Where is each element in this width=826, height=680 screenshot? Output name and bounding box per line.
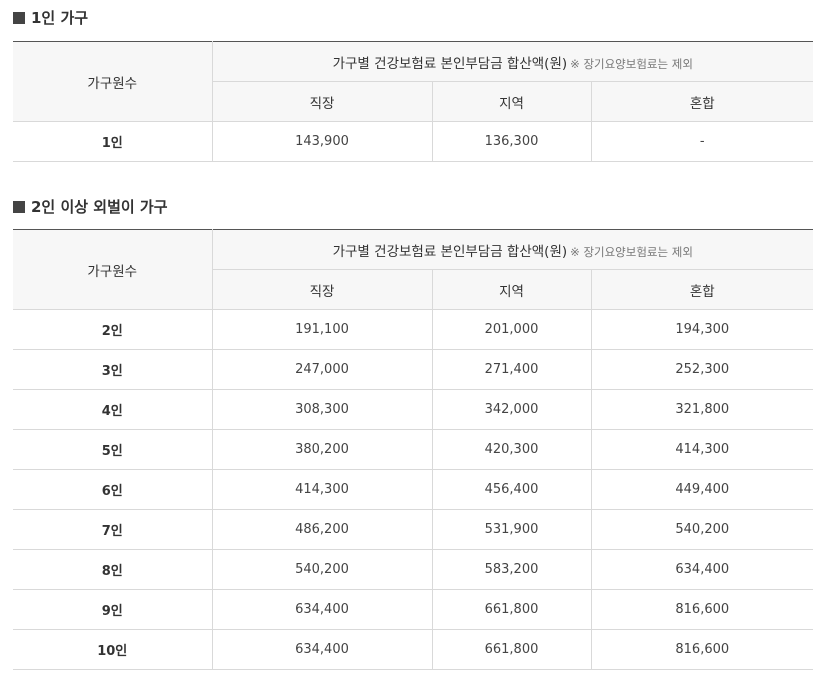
household-size-cell: 1인 [13,121,213,162]
workplace-value-cell: 540,200 [211,549,433,590]
single-household-premium-table: 가구원수 가구별 건강보험료 본인부담금 합산액(원) ※ 장기요양보험료는 제외… [13,41,814,162]
regional-value-cell: 531,900 [431,509,592,550]
table-row: 4인 308,300 342,000 321,800 [13,389,814,430]
workplace-value-cell: 634,400 [211,589,433,630]
mixed-value-cell: 540,200 [590,509,814,550]
regional-value-cell: 420,300 [431,429,592,470]
column-header-regional: 지역 [431,81,592,122]
table-row: 7인 486,200 531,900 540,200 [13,509,814,550]
premium-group-header: 가구별 건강보험료 본인부담금 합산액(원) ※ 장기요양보험료는 제외 [211,41,814,82]
table-row: 2인 191,100 201,000 194,300 [13,309,814,350]
premium-group-label: 가구별 건강보험료 본인부담금 합산액(원) [332,55,568,72]
workplace-value-cell: 380,200 [211,429,433,470]
household-size-cell: 10인 [13,629,213,670]
household-size-header: 가구원수 [13,41,213,122]
household-size-cell: 8인 [13,549,213,590]
workplace-value-cell: 191,100 [211,309,433,350]
mixed-value-cell: 634,400 [590,549,814,590]
household-size-cell: 5인 [13,429,213,470]
premium-group-note: ※ 장기요양보험료는 제외 [570,56,693,71]
household-size-cell: 2인 [13,309,213,350]
square-bullet-icon [13,12,25,24]
section-title-single-household: 1인 가구 [13,6,88,30]
regional-value-cell: 661,800 [431,589,592,630]
household-size-cell: 3인 [13,349,213,390]
workplace-value-cell: 634,400 [211,629,433,670]
household-size-cell: 4인 [13,389,213,430]
section-title-single-earner-household: 2인 이상 외벌이 가구 [13,195,168,219]
table-row: 8인 540,200 583,200 634,400 [13,549,814,590]
table-row: 10인 634,400 661,800 816,600 [13,629,814,670]
section-title-text: 2인 이상 외벌이 가구 [31,198,168,216]
premium-group-label: 가구별 건강보험료 본인부담금 합산액(원) [332,243,568,260]
table-row: 1인 143,900 136,300 - [13,121,814,162]
workplace-value-cell: 414,300 [211,469,433,510]
mixed-value-cell: 321,800 [590,389,814,430]
mixed-value-cell: 816,600 [590,589,814,630]
workplace-value-cell: 247,000 [211,349,433,390]
mixed-value-cell: 816,600 [590,629,814,670]
column-header-workplace: 직장 [212,81,433,122]
household-size-header: 가구원수 [13,229,213,310]
single-earner-household-premium-table: 가구원수 가구별 건강보험료 본인부담금 합산액(원) ※ 장기요양보험료는 제외… [13,229,814,670]
regional-value-cell: 342,000 [431,389,592,430]
mixed-value-cell: 414,300 [590,429,814,470]
workplace-value-cell: 143,900 [211,121,433,162]
regional-value-cell: 456,400 [431,469,592,510]
regional-value-cell: 201,000 [431,309,592,350]
workplace-value-cell: 308,300 [211,389,433,430]
table-row: 6인 414,300 456,400 449,400 [13,469,814,510]
mixed-value-cell: 194,300 [590,309,814,350]
premium-group-header: 가구별 건강보험료 본인부담금 합산액(원) ※ 장기요양보험료는 제외 [211,229,814,270]
household-size-cell: 9인 [13,589,213,630]
mixed-value-cell: 449,400 [590,469,814,510]
workplace-value-cell: 486,200 [211,509,433,550]
mixed-value-cell: 252,300 [590,349,814,390]
premium-group-note: ※ 장기요양보험료는 제외 [570,244,693,259]
regional-value-cell: 136,300 [431,121,592,162]
section-title-text: 1인 가구 [31,9,89,27]
table-row: 5인 380,200 420,300 414,300 [13,429,814,470]
column-header-workplace: 직장 [212,269,433,310]
table-row: 3인 247,000 271,400 252,300 [13,349,814,390]
column-header-mixed: 혼합 [590,269,814,310]
household-size-cell: 7인 [13,509,213,550]
household-size-cell: 6인 [13,469,213,510]
regional-value-cell: 661,800 [431,629,592,670]
regional-value-cell: 271,400 [431,349,592,390]
square-bullet-icon [13,201,25,213]
table-row: 9인 634,400 661,800 816,600 [13,589,814,630]
column-header-mixed: 혼합 [590,81,814,122]
mixed-value-cell: - [590,121,814,162]
column-header-regional: 지역 [431,269,592,310]
regional-value-cell: 583,200 [431,549,592,590]
